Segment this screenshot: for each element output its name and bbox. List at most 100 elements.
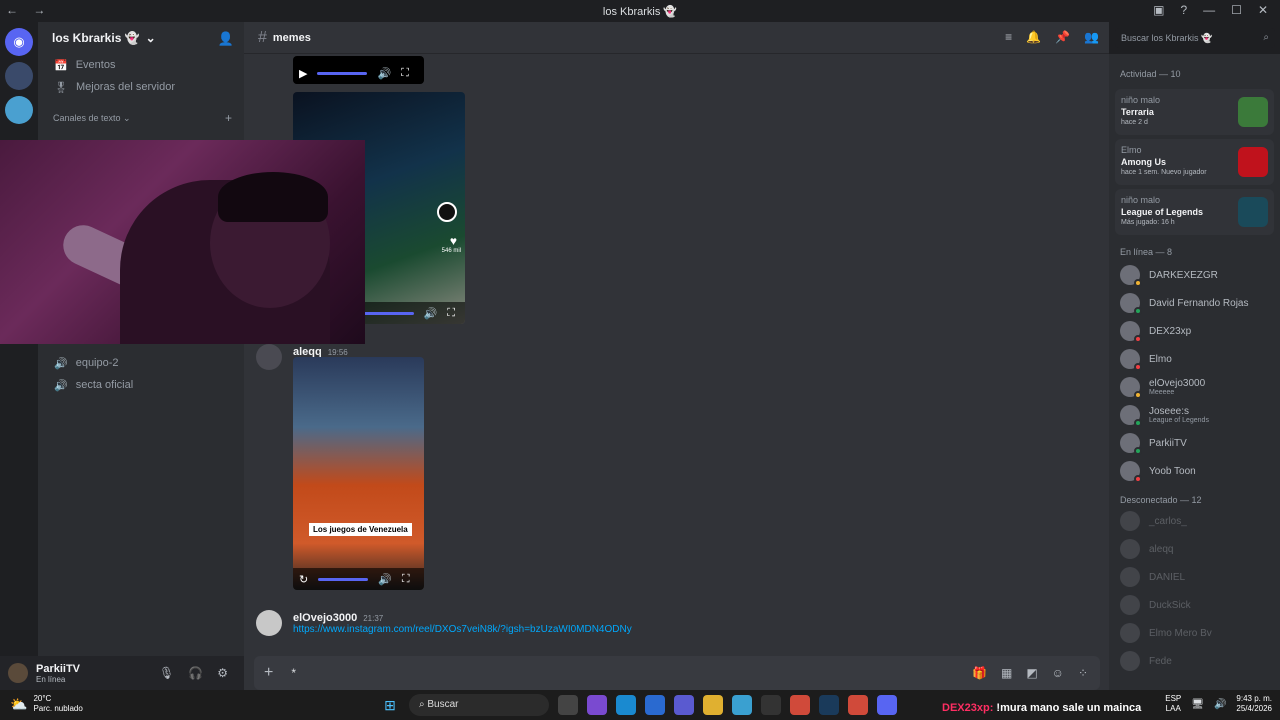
weather-widget[interactable]: ⛅ 20°C Parc. nublado [10,694,83,714]
member-item[interactable]: Elmo Mero Bv [1109,619,1280,647]
emoji-icon[interactable]: ☺ [1052,666,1064,680]
heart-icon: ♥ [449,234,457,248]
play-icon[interactable]: ▶ [299,67,307,80]
invite-icon[interactable]: 👤 [218,31,234,47]
member-activity: League of Legends [1149,417,1209,424]
member-item[interactable]: David Fernando Rojas [1109,289,1280,317]
add-channel-icon[interactable]: + [225,111,232,125]
member-item[interactable]: aleqq [1109,535,1280,563]
member-item[interactable]: Joseee:s League of Legends [1109,401,1280,429]
chevron-down-icon: ⌄ [145,31,156,45]
voice-channel-secta-oficial[interactable]: 🔊 secta oficial [38,374,244,396]
message-input[interactable]: * [291,666,296,680]
file-explorer-icon[interactable] [703,695,723,715]
video-player[interactable]: ▶ 🔊 ⛶ [293,56,424,84]
member-name: DuckSick [1149,599,1191,611]
inbox-icon[interactable]: ▣ [1153,3,1164,17]
apps-icon[interactable]: ⁘ [1078,666,1088,680]
replay-icon[interactable]: ↻ [299,573,308,586]
avatar[interactable] [8,663,28,683]
discord-icon[interactable] [877,695,897,715]
obs-icon[interactable] [761,695,781,715]
video-player[interactable]: Los juegos de Venezuela ↻ 🔊 ⛶ [293,357,424,590]
steam-icon[interactable] [819,695,839,715]
activity-card[interactable]: niño malo League of Legends Más jugado: … [1115,189,1274,235]
bell-icon[interactable]: 🔔 [1026,30,1041,44]
member-item[interactable]: Fede [1109,647,1280,675]
member-item[interactable]: DANIEL [1109,563,1280,591]
avatar [437,202,457,222]
member-item[interactable]: ParkiiTV [1109,429,1280,457]
among-us-icon [1238,147,1268,177]
activity-card[interactable]: niño malo Terraria hace 2 d [1115,89,1274,135]
member-item[interactable]: DuckSick [1109,591,1280,619]
sticker-icon[interactable]: ◩ [1026,666,1037,680]
volume-icon[interactable]: 🔊 [378,573,392,586]
channel-boosts[interactable]: 🎖 Mejoras del servidor [38,76,244,98]
windows-start-icon[interactable]: ⊞ [380,695,400,715]
message-link[interactable]: https://www.instagram.com/reel/DXOs7veiN… [293,624,632,635]
copilot-icon[interactable] [587,695,607,715]
member-name: DEX23xp [1149,325,1192,337]
guild-header[interactable]: los Kbrarkis 👻 ⌄ 👤 [38,22,244,54]
edge-icon[interactable] [616,695,636,715]
message-composer[interactable]: + * 🎁 ▦ ◩ ☺ ⁘ [254,656,1100,690]
volume-icon[interactable]: 🔊 [377,67,391,80]
member-item[interactable]: elOvejo3000 Meeeee [1109,373,1280,401]
title-bar: ← → los Kbrarkis 👻 ▣ ? — ☐ ✕ [0,0,1280,22]
headphones-icon[interactable]: 🎧 [188,666,203,680]
volume-slider[interactable] [363,311,414,315]
help-icon[interactable]: ? [1180,3,1187,17]
server-icon[interactable] [5,96,33,124]
volume-slider[interactable] [317,71,368,75]
discord-home-icon[interactable]: ◉ [5,28,33,56]
status-dot [1134,279,1142,287]
activity-card[interactable]: Elmo Among Us hace 1 sem. Nuevo jugador [1115,139,1274,185]
maximize-button[interactable]: ☐ [1231,3,1242,17]
members-icon[interactable]: 👥 [1084,30,1099,44]
network-icon[interactable]: 🖥 [1191,699,1204,710]
member-item[interactable]: _carlos_ [1109,507,1280,535]
volume-slider[interactable] [318,577,369,581]
volume-icon[interactable]: 🔊 [1214,699,1226,710]
task-view-icon[interactable] [558,695,578,715]
avatar[interactable] [256,610,282,636]
store-icon[interactable] [645,695,665,715]
threads-icon[interactable]: ≡ [1005,30,1012,44]
stream-chat-overlay: DEX23xp: !mura mano sale un mainca [942,702,1141,714]
channel-events[interactable]: 📅 Eventos [38,54,244,76]
search-input[interactable]: Buscar los Kbrarkis 👻 ⌕ [1115,28,1275,48]
member-item[interactable]: Elmo [1109,345,1280,373]
pin-icon[interactable]: 📌 [1055,30,1070,44]
user-status: En línea [36,674,66,684]
member-item[interactable]: DARKEXEZGR [1109,261,1280,289]
member-item[interactable]: Yoob Toon [1109,457,1280,485]
fullscreen-icon[interactable]: ⛶ [401,67,409,80]
minimize-button[interactable]: — [1203,3,1215,17]
microphone-icon[interactable]: 🎙 [159,666,174,680]
close-button[interactable]: ✕ [1258,3,1268,17]
gear-icon[interactable]: ⚙ [217,666,228,680]
server-icon[interactable] [5,62,33,90]
webcam-overlay [0,140,365,344]
fullscreen-icon[interactable]: ⛶ [402,573,410,586]
notepad-icon[interactable] [732,695,752,715]
volume-icon[interactable]: 🔊 [424,307,438,320]
category-text-channels[interactable]: Canales de texto ⌄ + [38,110,244,126]
language-indicator[interactable]: ESP LAA [1165,694,1181,714]
gift-icon[interactable]: 🎁 [972,666,987,680]
chrome-icon[interactable] [848,695,868,715]
gif-icon[interactable]: ▦ [1001,666,1012,680]
teams-icon[interactable] [674,695,694,715]
system-tray: ESP LAA 🖥 🔊 9:43 p. m. 25/4/2026 [1165,694,1272,714]
taskbar-search[interactable]: ⌕ Buscar [409,694,549,716]
message-author[interactable]: elOvejo3000 [293,612,357,624]
fullscreen-icon[interactable]: ⛶ [447,307,455,320]
add-attachment-icon[interactable]: + [264,664,273,682]
clock[interactable]: 9:43 p. m. 25/4/2026 [1236,694,1272,714]
avatar[interactable] [256,344,282,370]
voice-channel-equipo-2[interactable]: 🔊 equipo-2 [38,352,244,374]
chrome-icon[interactable] [790,695,810,715]
like-count: 546 mil [441,248,461,254]
member-item[interactable]: DEX23xp [1109,317,1280,345]
